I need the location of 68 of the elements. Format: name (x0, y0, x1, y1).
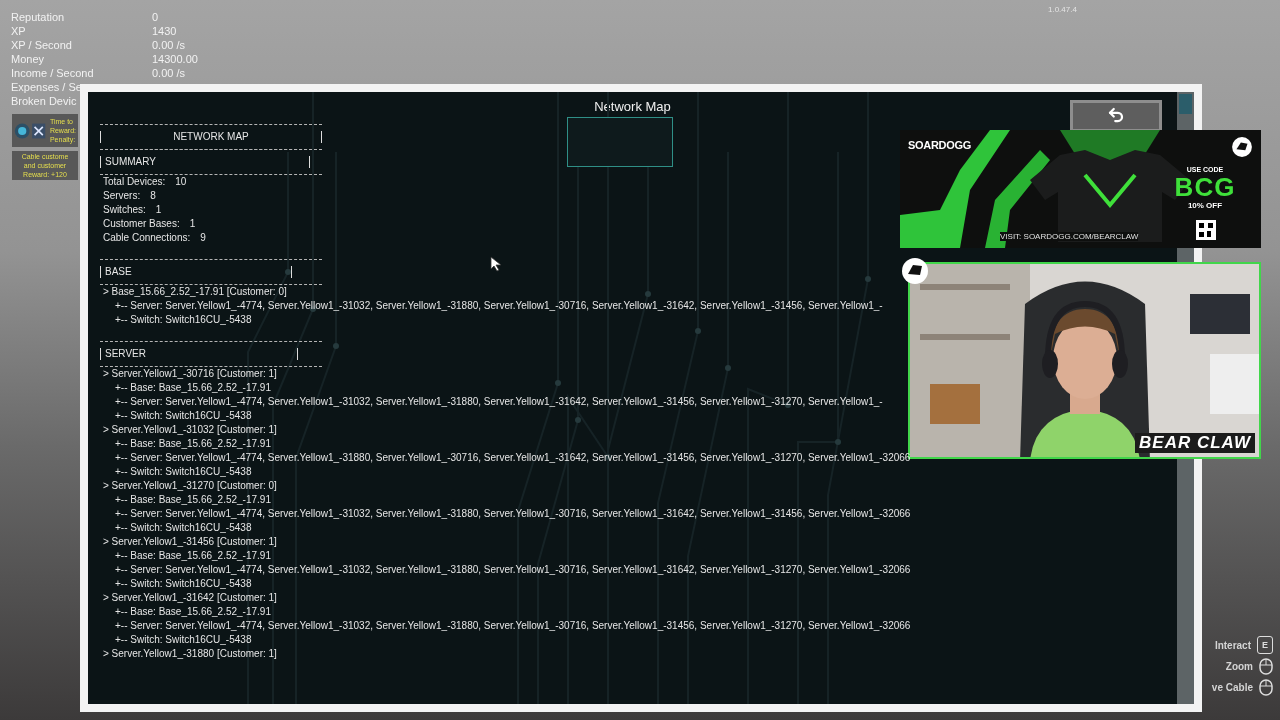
stat-value: 14300.00 (152, 52, 199, 66)
tree-child-label: +-- Base: Base_15.66_2.52_-17.91 (114, 381, 271, 395)
tree-node-label: > Server.Yellow1_-31642 [Customer: 1] (102, 591, 277, 605)
back-arrow-icon (1107, 106, 1125, 124)
hint-label: ve Cable (1211, 682, 1253, 693)
tree-node-label: > Base_15.66_2.52_-17.91 [Customer: 0] (102, 285, 287, 299)
key-cap: E (1257, 636, 1273, 654)
brand-name: SOARDOGG (908, 139, 971, 151)
section-heading: SERVER (105, 348, 146, 360)
tree-child-label: +-- Switch: Switch16CU_-5438 (114, 409, 252, 423)
stat-label: Broken Devic (11, 94, 78, 108)
stat-label: Reputation (11, 10, 66, 24)
tree-child-label: +-- Base: Base_15.66_2.52_-17.91 (114, 549, 271, 563)
tree-node-label: > Server.Yellow1_-30716 [Customer: 1] (102, 367, 277, 381)
tree-node-label: > Server.Yellow1_-31032 [Customer: 1] (102, 423, 277, 437)
tree-child-label: +-- Server: Server.Yellow1_-4774, Server.Yellow1_-31032, Server.Yellow1_-31880, Server.Yellow1_-30716, Server.Yellow1_-31642, Server.Yellow1_-31456, Server.Yellow1_-32066 (114, 507, 911, 521)
tree-child-label: +-- Switch: Switch16CU_-5438 (114, 633, 252, 647)
stat-label: Income / Second (11, 66, 95, 80)
summary-value: 1 (155, 203, 162, 217)
logo-icon (1231, 136, 1253, 158)
back-button[interactable] (1070, 100, 1162, 132)
tree-node-label: > Server.Yellow1_-31880 [Customer: 1] (102, 647, 277, 661)
hint-label: Interact (1214, 639, 1251, 651)
discount-text: 10% OFF (1187, 201, 1223, 210)
summary-value: 9 (200, 231, 206, 245)
stat-label: XP (11, 24, 27, 38)
tree-child-label: +-- Switch: Switch16CU_-5438 (114, 465, 252, 479)
stat-value: 0.00 /s (152, 38, 187, 52)
tree-child-label: +-- Switch: Switch16CU_-5438 (114, 521, 252, 535)
tree-child-label: +-- Switch: Switch16CU_-5438 (114, 313, 252, 327)
mouse-icon (1259, 658, 1273, 675)
stat-value: 0 (152, 10, 160, 24)
summary-label: Customer Bases: (103, 217, 180, 231)
summary-value: 1 (189, 217, 196, 231)
summary-label: Total Devices: (103, 175, 166, 189)
stat-label: XP / Second (11, 38, 73, 52)
summary-label: Cable Connections: (103, 231, 191, 245)
map-title: NETWORK MAP (173, 131, 249, 143)
tree-node-label: > Server.Yellow1_-31270 [Customer: 0] (102, 479, 277, 493)
ad-url: VISIT: SOARDOGG.COM/BEARCLAW (1000, 232, 1139, 241)
tree-child-label: +-- Base: Base_15.66_2.52_-17.91 (114, 605, 271, 619)
summary-value: 8 (150, 189, 156, 203)
tree-child-label: +-- Server: Server.Yellow1_-4774, Server.Yellow1_-31032, Server.Yellow1_-31880, Server.Yellow1_-31642, Server.Yellow1_-31456, Server.Yellow1_-31270, Server.Yellow1_- (114, 395, 883, 409)
logo-badge-overlay (900, 256, 930, 286)
tree-child-label: +-- Base: Base_15.66_2.52_-17.91 (114, 493, 271, 507)
promo-code: BCG (1174, 173, 1236, 201)
stat-value: 1430 (152, 24, 178, 38)
window-title: Network Map (594, 99, 671, 114)
summary-label: Switches: (103, 203, 146, 217)
summary-value: 10 (175, 175, 187, 189)
summary-label: Servers: (103, 189, 141, 203)
qr-code-icon (1196, 220, 1216, 240)
tree-child-label: +-- Base: Base_15.66_2.52_-17.91 (114, 437, 271, 451)
tree-child-label: +-- Server: Server.Yellow1_-4774, Server.Yellow1_-31880, Server.Yellow1_-30716, Server.Yellow1_-31642, Server.Yellow1_-31456, Server.Yellow1_-31270, Server.Yellow1_-32066 (114, 451, 911, 465)
tree-node-label: > Server.Yellow1_-31456 [Customer: 1] (102, 535, 277, 549)
cursor-icon (490, 256, 504, 272)
webcam-caption: BEAR CLAW (1135, 433, 1255, 453)
tree-child-label: +-- Switch: Switch16CU_-5438 (114, 577, 252, 591)
stat-value: 0.00 /s (152, 66, 187, 80)
tree-child-label: +-- Server: Server.Yellow1_-4774, Server.Yellow1_-31032, Server.Yellow1_-31880, Server.Yellow1_-30716, Server.Yellow1_-31642, Server.Yellow1_-31456, Server.Yellow1_- (114, 299, 883, 313)
tree-child-label: +-- Server: Server.Yellow1_-4774, Server.Yellow1_-31032, Server.Yellow1_-31880, Server.Yellow1_-30716, Server.Yellow1_-31642, Server.Yellow1_-31270, Server.Yellow1_-32066 (114, 563, 911, 577)
version-label: 1.0.47.4 (1048, 5, 1077, 14)
mouse-icon (1259, 679, 1273, 696)
section-heading: BASE (105, 266, 132, 278)
section-heading: SUMMARY (105, 156, 156, 168)
hint-label: Zoom (1225, 661, 1253, 672)
tree-child-label: +-- Server: Server.Yellow1_-4774, Server.Yellow1_-31032, Server.Yellow1_-31880, Server.Yellow1_-30716, Server.Yellow1_-31456, Server.Yellow1_-31270, Server.Yellow1_-32066 (114, 619, 911, 633)
stat-label: Money (11, 52, 46, 66)
